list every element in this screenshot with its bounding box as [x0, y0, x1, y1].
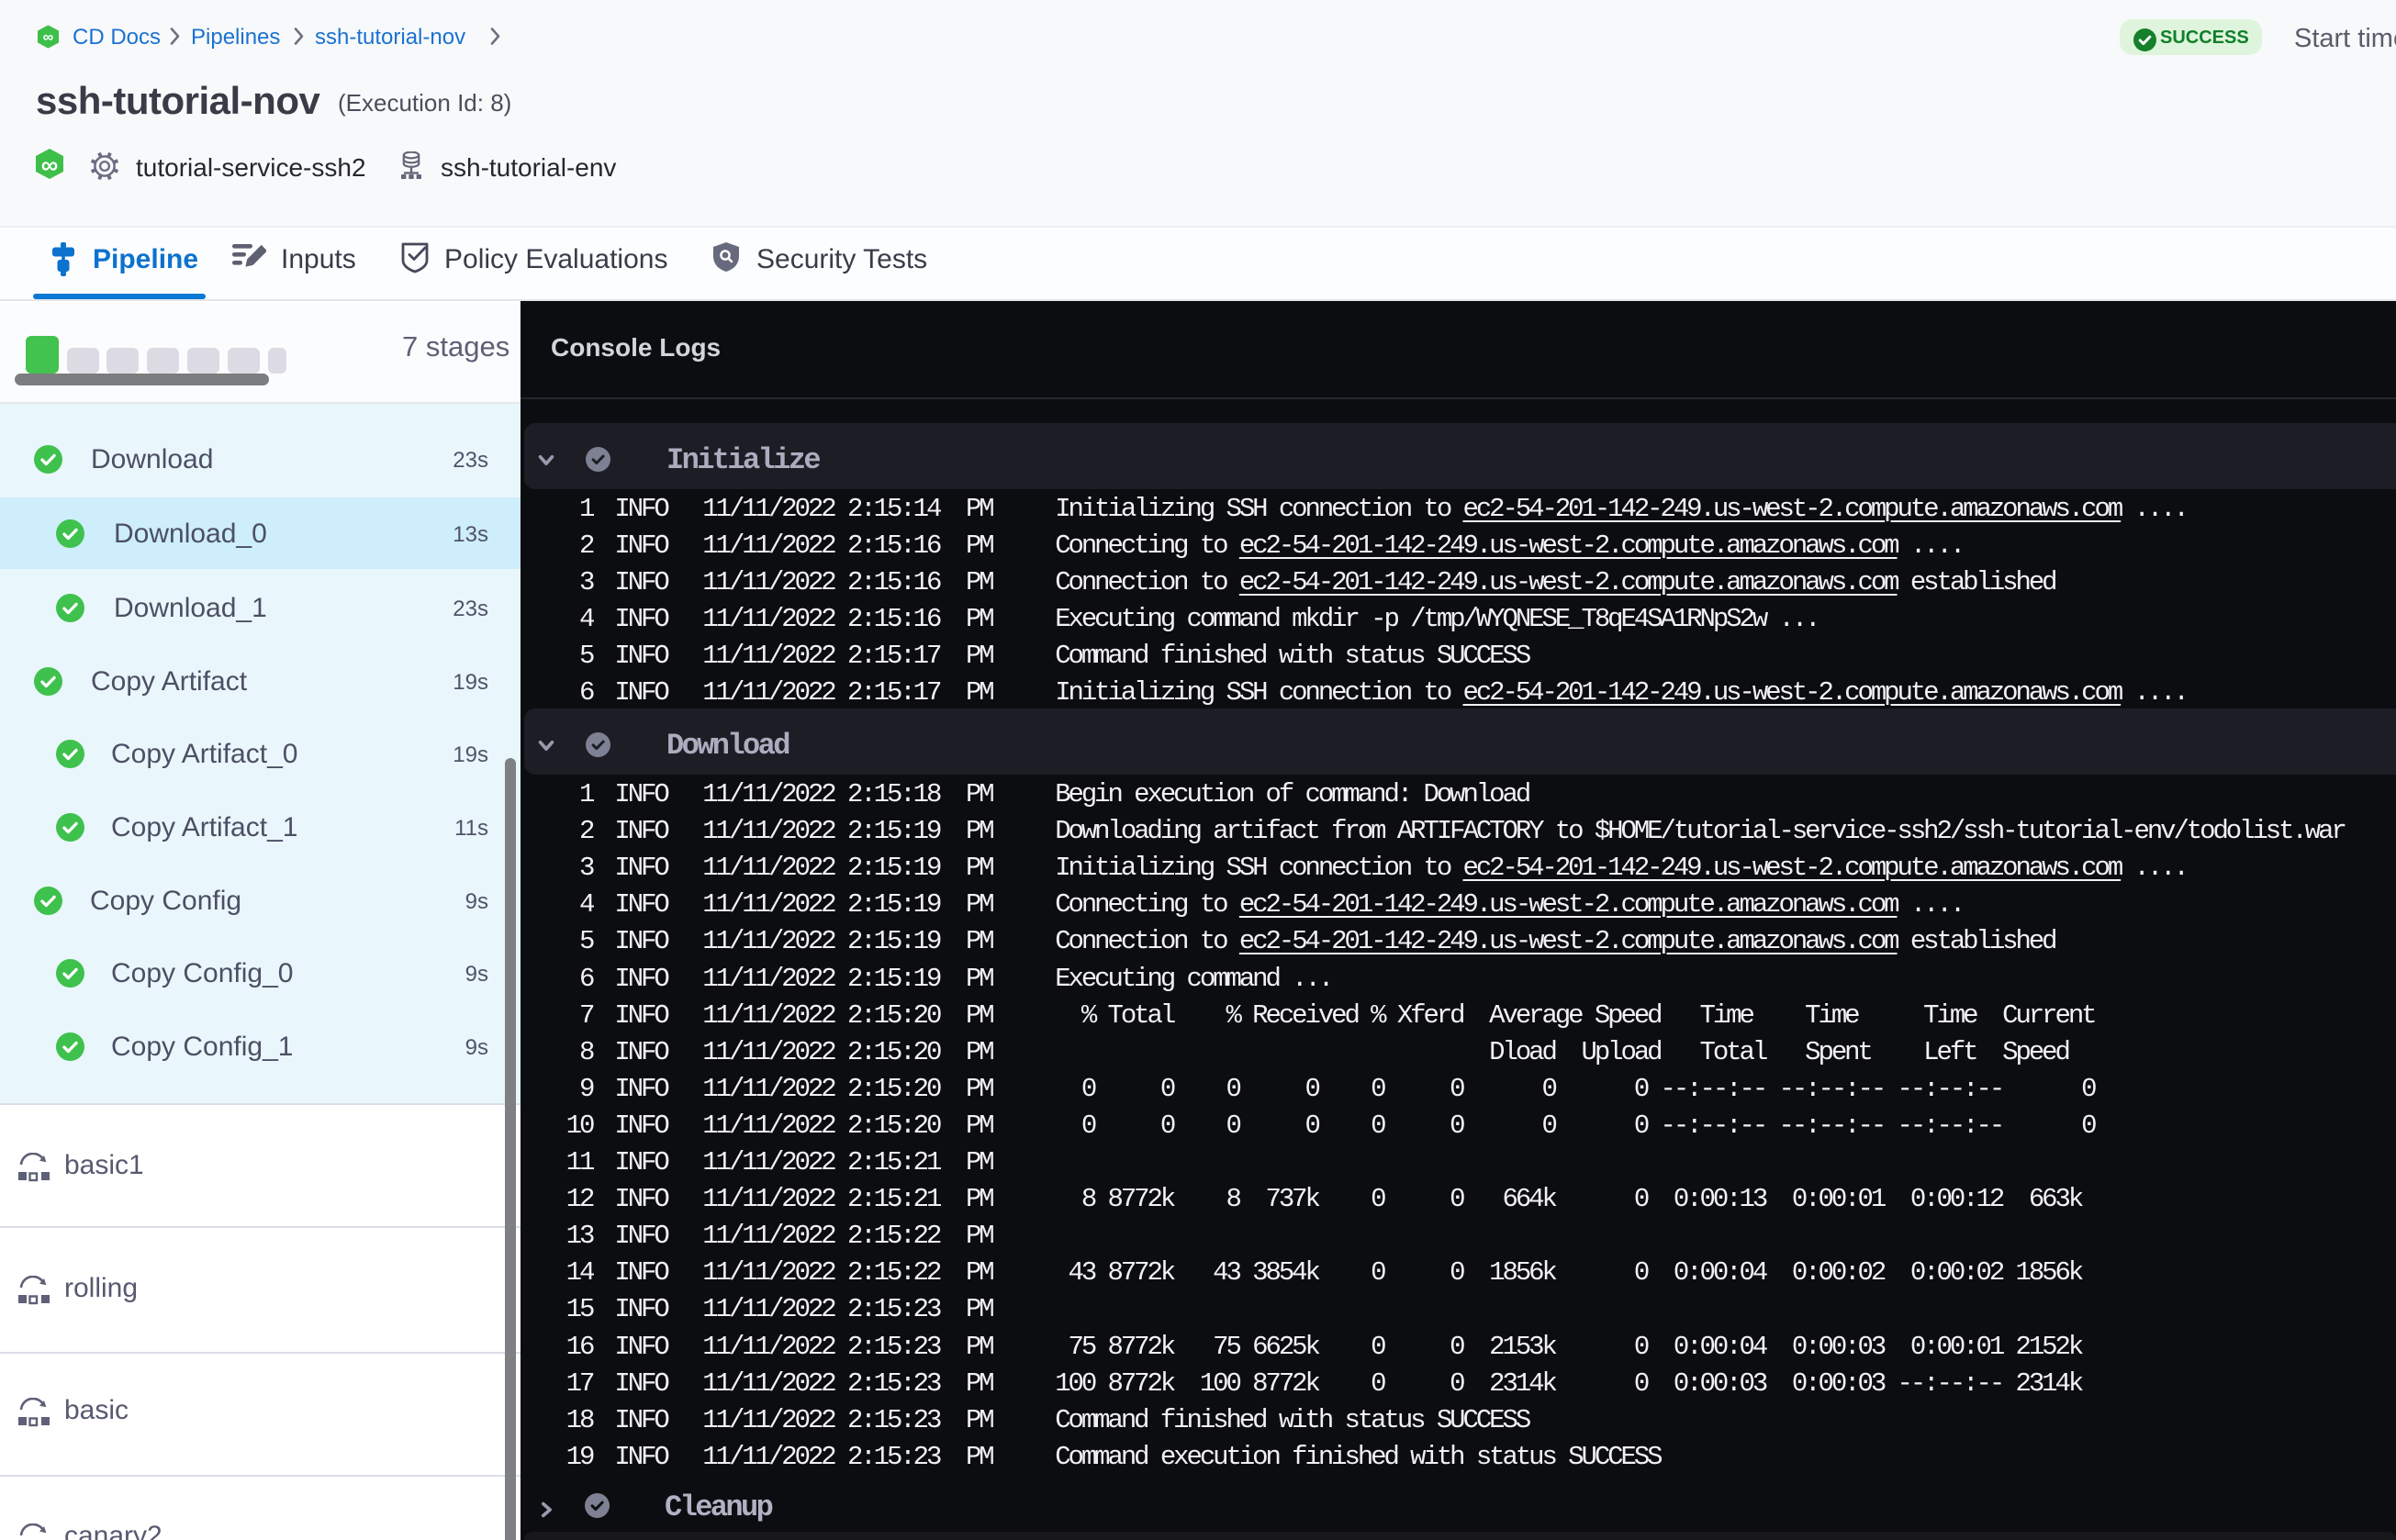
svg-text:∞: ∞: [41, 151, 59, 178]
svg-text:∞: ∞: [42, 28, 52, 45]
